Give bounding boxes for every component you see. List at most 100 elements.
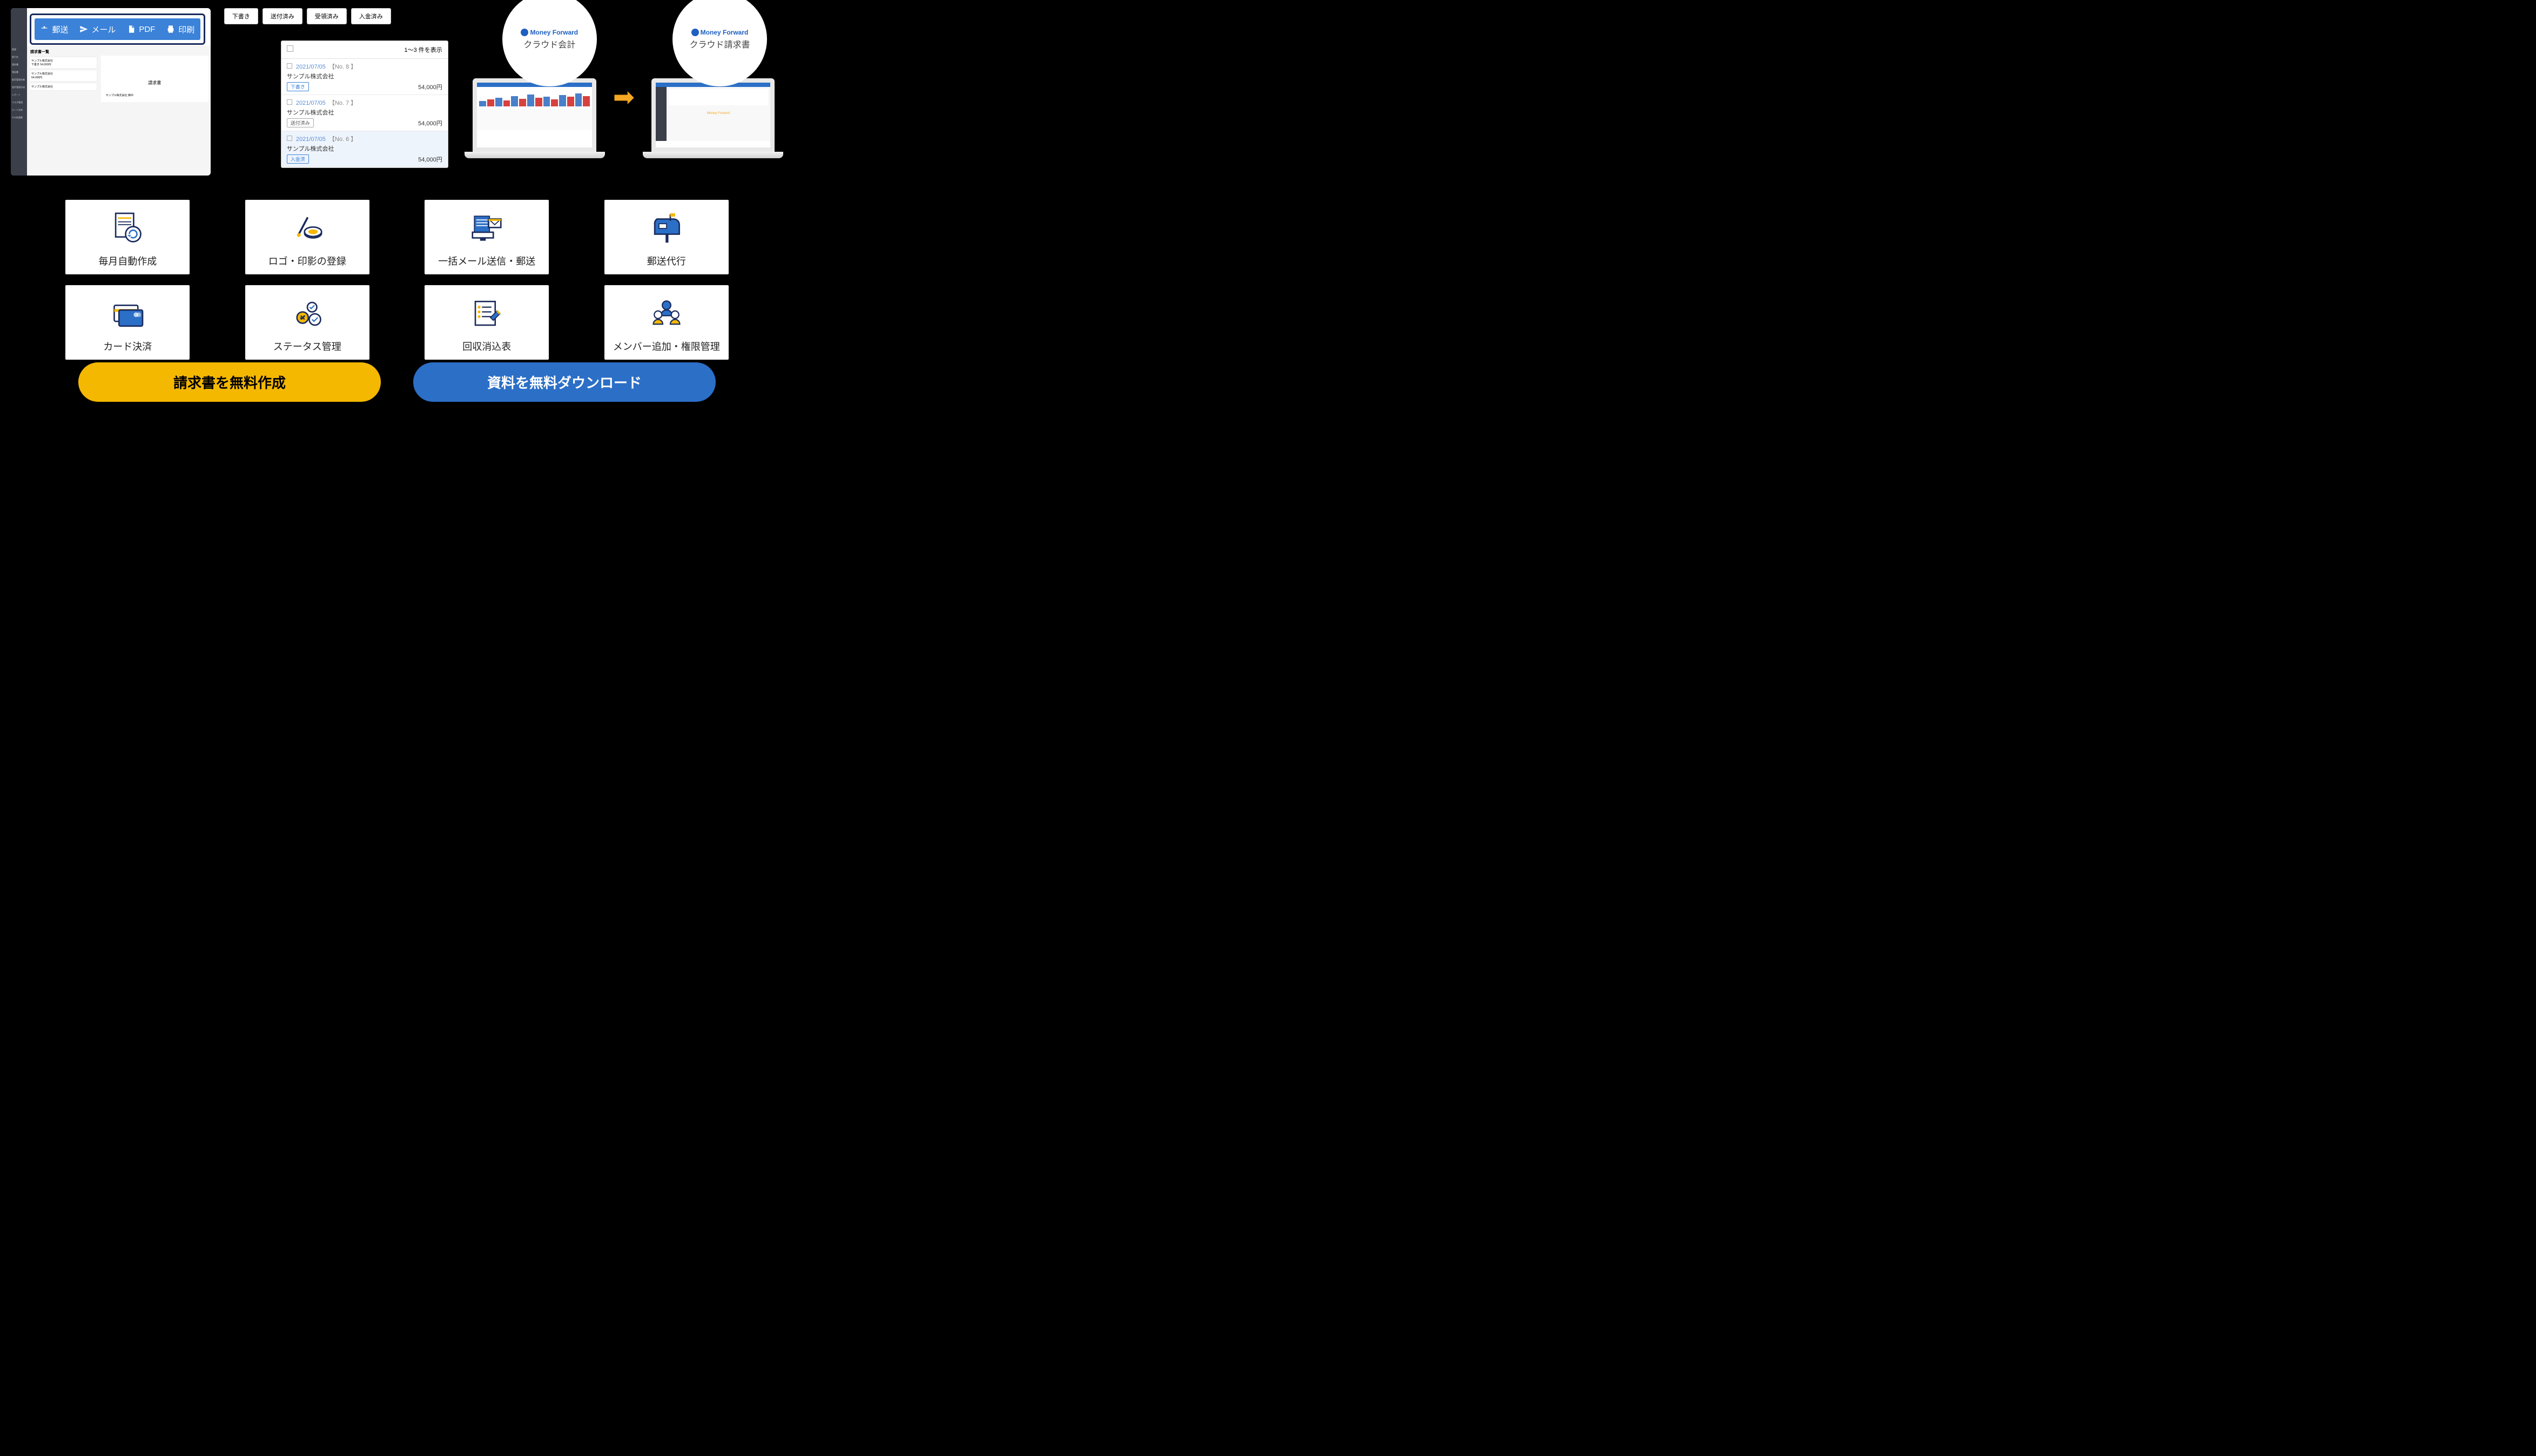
list-title: 請求書一覧 <box>29 48 208 56</box>
mf-logo: Money Forward <box>691 29 749 36</box>
status-tab[interactable]: 入金済み <box>351 8 391 24</box>
sidebar-item[interactable]: その他連携 <box>11 114 27 122</box>
row-checkbox[interactable] <box>287 63 292 69</box>
cta-download-docs[interactable]: 資料を無料ダウンロード <box>413 362 716 402</box>
email-label: メール <box>91 24 116 35</box>
laptop-accounting <box>465 78 605 165</box>
row-checkbox[interactable] <box>287 99 292 105</box>
row-amount: 54,000円 <box>418 119 442 127</box>
card-icon <box>70 293 185 334</box>
doc-cycle-icon <box>70 208 185 248</box>
sidebar-item[interactable]: 案件管理作成 <box>11 84 27 91</box>
members-icon <box>609 293 724 334</box>
select-all-checkbox[interactable] <box>287 45 293 52</box>
mini-list-item[interactable]: サンプル株式会社下書き 54,000円 <box>29 57 97 69</box>
app-main-area: 請求書一覧 サンプル株式会社下書き 54,000円サンプル株式会社 54,000… <box>27 46 211 176</box>
mail-post-button[interactable]: 郵送 <box>40 24 68 35</box>
invoice-list-card: 1～3 件を表示 2021/07/05【No. 8 】 サンプル株式会社 下書き… <box>281 41 448 168</box>
print-label: 印刷 <box>178 24 194 35</box>
row-date: 2021/07/05 <box>296 136 326 143</box>
row-checkbox[interactable] <box>287 136 292 141</box>
pdf-icon <box>127 25 136 33</box>
list-count: 1～3 件を表示 <box>404 45 442 54</box>
list-header: 1～3 件を表示 <box>281 41 448 59</box>
cta-row: 請求書を無料作成 資料を無料ダウンロード <box>0 362 794 402</box>
row-amount: 54,000円 <box>418 155 442 164</box>
print-icon <box>166 25 175 33</box>
invoice-list-row[interactable]: 2021/07/05【No. 6 】 サンプル株式会社 入金済 54,000円 <box>281 131 448 167</box>
send-icon <box>79 25 88 33</box>
invoice-mini-list: サンプル株式会社下書き 54,000円サンプル株式会社 54,000円サンプル株… <box>29 56 97 92</box>
sidebar-item[interactable]: マスタ管理 <box>11 99 27 106</box>
badge-sub-accounting: クラウド会計 <box>523 37 575 50</box>
status-tab[interactable]: 送付済み <box>263 8 302 24</box>
feature-card: ロゴ・印影の登録 <box>245 200 369 274</box>
feature-label: ステータス管理 <box>250 339 365 353</box>
badge-invoice: Money Forward クラウド請求書 <box>672 0 767 86</box>
sidebar-item[interactable]: レポート <box>11 91 27 99</box>
email-button[interactable]: メール <box>79 24 116 35</box>
invoice-app-screenshot: 郵送 メール PDF 印刷 管理取引先請求書領収書販売管理台帳案件管理作成レポー… <box>11 8 211 176</box>
pdf-label: PDF <box>139 25 155 34</box>
laptop-invoice: Money Forward <box>643 78 783 165</box>
feature-card: メンバー追加・権限管理 <box>604 285 729 360</box>
row-date: 2021/07/05 <box>296 64 326 70</box>
preview-doc-title: 請求書 <box>104 75 206 91</box>
invoice-list-row[interactable]: 2021/07/05【No. 8 】 サンプル株式会社 下書き 54,000円 <box>281 59 448 95</box>
row-amount: 54,000円 <box>418 83 442 91</box>
mini-bar-chart <box>477 87 592 109</box>
bulk-mail-icon <box>429 208 544 248</box>
feature-card: 郵送代行 <box>604 200 729 274</box>
row-status: 入金済 <box>287 154 309 164</box>
pdf-button[interactable]: PDF <box>127 25 155 34</box>
feature-card: カード決済 <box>65 285 190 360</box>
sidebar-item[interactable]: カード決済 <box>11 106 27 114</box>
feature-label: ロゴ・印影の登録 <box>250 254 365 268</box>
row-company: サンプル株式会社 <box>287 72 442 80</box>
feature-label: 郵送代行 <box>609 254 724 268</box>
feature-label: 一括メール送信・郵送 <box>429 254 544 268</box>
row-no: 【No. 7 】 <box>329 100 356 106</box>
badge-sub-invoice: クラウド請求書 <box>689 37 750 50</box>
integration-panel: Money Forward クラウド会計 Money Forward クラウド請… <box>465 8 783 165</box>
cta-create-invoice[interactable]: 請求書を無料作成 <box>78 362 381 402</box>
feature-card: 一括メール送信・郵送 <box>425 200 549 274</box>
sidebar-item[interactable]: 取引先 <box>11 53 27 61</box>
mf-logo: Money Forward <box>521 29 578 36</box>
stamp-icon <box>250 208 365 248</box>
row-company: サンプル株式会社 <box>287 108 442 117</box>
status-tab[interactable]: 下書き <box>224 8 258 24</box>
row-no: 【No. 8 】 <box>329 64 356 70</box>
status-tabs: 下書き送付済み受領済み入金済み <box>224 8 448 24</box>
row-company: サンプル株式会社 <box>287 144 442 153</box>
app-sidebar-nav: 管理取引先請求書領収書販売管理台帳案件管理作成レポートマスタ管理カード決済その他… <box>11 46 27 122</box>
sidebar-item[interactable]: 請求書 <box>11 61 27 69</box>
sidebar-item[interactable]: 管理 <box>11 46 27 53</box>
row-no: 【No. 6 】 <box>329 136 356 143</box>
mail-post-label: 郵送 <box>52 24 68 35</box>
print-button[interactable]: 印刷 <box>166 24 194 35</box>
post-icon <box>40 25 49 33</box>
invoice-preview: 請求書 サンプル株式会社 御中 <box>101 56 208 102</box>
status-icon <box>250 293 365 334</box>
status-tab[interactable]: 受領済み <box>307 8 347 24</box>
send-toolbar-highlight: 郵送 メール PDF 印刷 <box>30 14 205 45</box>
sidebar-item[interactable]: 販売管理台帳 <box>11 76 27 84</box>
feature-label: メンバー追加・権限管理 <box>609 339 724 353</box>
badge-accounting: Money Forward クラウド会計 <box>502 0 597 86</box>
mini-list-item[interactable]: サンプル株式会社 54,000円 <box>29 70 97 82</box>
feature-card: 回収消込表 <box>425 285 549 360</box>
sidebar-item[interactable]: 領収書 <box>11 69 27 76</box>
invoice-list-row[interactable]: 2021/07/05【No. 7 】 サンプル株式会社 送付済み 54,000円 <box>281 95 448 131</box>
mf-mini-logo: Money Forward <box>669 107 769 119</box>
mailbox-icon <box>609 208 724 248</box>
preview-sender: サンプル株式会社 御中 <box>104 91 206 99</box>
mini-list-item[interactable]: サンプル株式会社 <box>29 83 97 91</box>
row-status: 送付済み <box>287 118 314 127</box>
feature-card: ステータス管理 <box>245 285 369 360</box>
feature-card: 毎月自動作成 <box>65 200 190 274</box>
feature-grid: 毎月自動作成 カード決済 ロゴ・印影の登録 ステータス管理 一括メール送信・郵送… <box>0 178 794 365</box>
checklist-icon <box>429 293 544 334</box>
feature-label: 回収消込表 <box>429 339 544 353</box>
arrow-right-icon: ➡ <box>613 82 635 112</box>
